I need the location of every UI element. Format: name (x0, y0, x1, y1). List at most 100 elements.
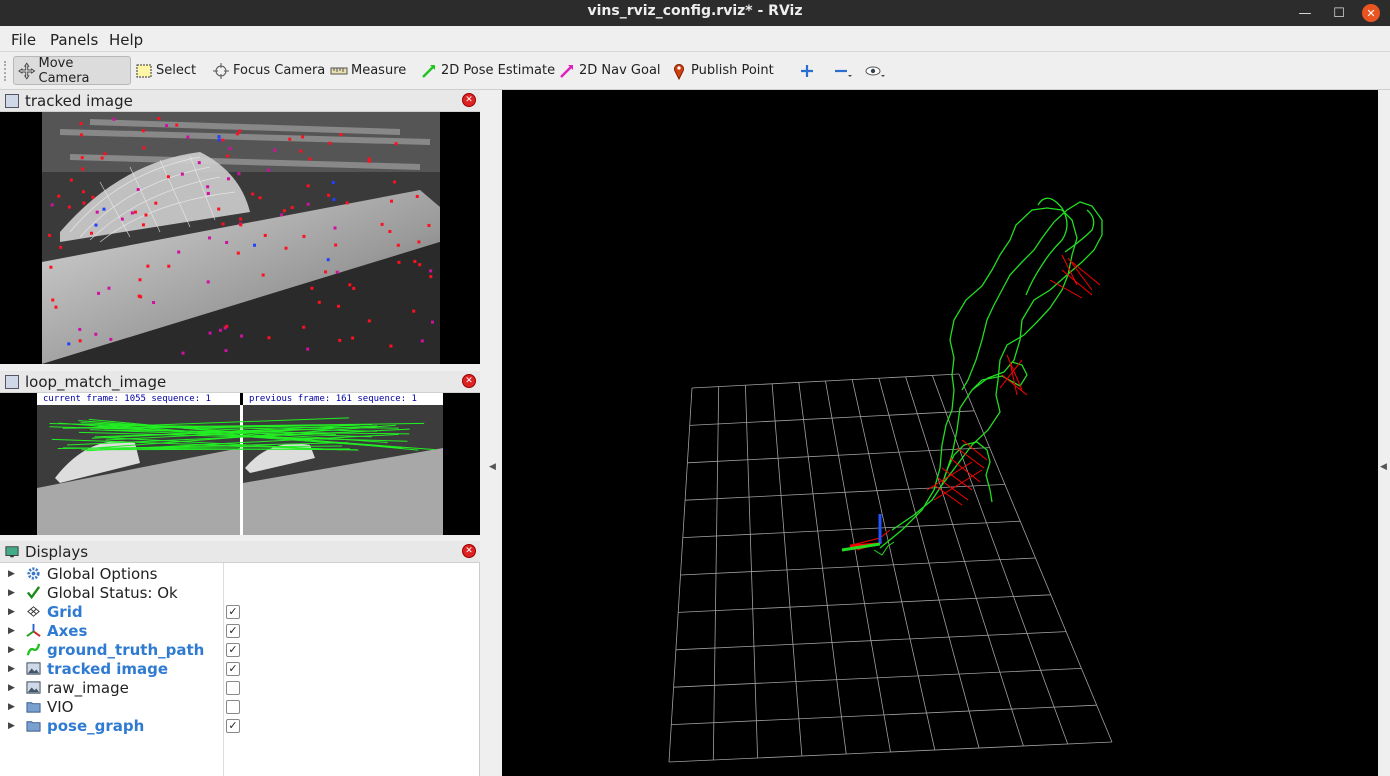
feature-point (186, 135, 190, 139)
display-label: Global Options (47, 564, 158, 583)
expand-arrow-icon[interactable]: ▶ (8, 721, 15, 731)
feature-point (154, 201, 158, 205)
grid-icon (25, 604, 41, 620)
maximize-button[interactable]: ☐ (1324, 0, 1354, 26)
expand-arrow-icon[interactable]: ▶ (8, 683, 15, 693)
display-item-tracked-image[interactable]: ▶ tracked image ✓ (0, 659, 480, 678)
3d-scene (668, 197, 1113, 763)
display-checkbox[interactable]: ✓ (226, 661, 240, 676)
grid-line (958, 373, 1113, 743)
display-checkbox[interactable]: ✓ (226, 642, 240, 657)
nav-goal-button[interactable]: 2D Nav Goal (554, 56, 665, 85)
add-tool-button[interactable] (794, 56, 823, 85)
minimize-button[interactable]: — (1290, 0, 1320, 26)
display-item-vio[interactable]: ▶ VIO (0, 697, 480, 716)
menu-help[interactable]: Help (109, 31, 143, 49)
display-item-global-status[interactable]: ▶ Global Status: Ok (0, 583, 480, 602)
expand-arrow-icon[interactable]: ▶ (8, 626, 15, 636)
feature-point (221, 222, 225, 226)
feature-point (225, 240, 229, 244)
toolbar-grip[interactable] (4, 61, 8, 81)
feature-point (306, 184, 310, 188)
collapse-left-icon[interactable]: ◀ (489, 462, 496, 472)
feature-point (180, 172, 184, 176)
feature-point (367, 319, 371, 323)
feature-point (317, 300, 321, 304)
feature-point (328, 141, 332, 145)
feature-point (261, 273, 265, 277)
select-label: Select (156, 63, 197, 78)
feature-point (334, 243, 338, 247)
menu-file[interactable]: File (11, 31, 36, 49)
display-item-axes[interactable]: ▶ Axes ✓ (0, 621, 480, 640)
3d-viewport[interactable] (502, 90, 1378, 776)
map-pin-icon (674, 63, 684, 80)
right-splitter[interactable]: ◀ (1378, 90, 1390, 776)
ground-truth-path (879, 197, 1103, 549)
feature-point (240, 334, 244, 338)
focus-camera-button[interactable]: Focus Camera (208, 56, 329, 85)
move-camera-button[interactable]: Move Camera (13, 56, 131, 86)
display-checkbox[interactable]: ✓ (226, 718, 240, 733)
feature-point (94, 223, 98, 227)
feature-point (79, 122, 83, 126)
current-frame-label: current frame: 1055 sequence: 1 (37, 393, 240, 405)
feature-point (396, 243, 400, 247)
panel-splitter[interactable]: ◀ (480, 90, 502, 776)
feature-point (217, 207, 221, 211)
expand-right-icon[interactable]: ◀ (1380, 462, 1387, 472)
expand-arrow-icon[interactable]: ▶ (8, 702, 15, 712)
display-checkbox[interactable] (226, 699, 240, 714)
display-item-global-options[interactable]: ▶ Global Options (0, 564, 480, 583)
feature-point (141, 129, 145, 133)
display-checkbox[interactable]: ✓ (226, 604, 240, 619)
path-icon (25, 642, 41, 658)
tracked-image-panel-title: tracked image (25, 91, 133, 110)
feature-point (208, 331, 212, 335)
green-arrow-icon (422, 64, 435, 78)
publish-point-button[interactable]: Publish Point (666, 56, 778, 85)
feature-point (310, 286, 314, 290)
toggle-view-button[interactable] (860, 56, 895, 85)
display-checkbox[interactable]: ✓ (226, 623, 240, 638)
feature-point (130, 211, 134, 215)
feature-point (165, 124, 169, 128)
feature-point (50, 203, 54, 207)
close-panel-button[interactable]: ✕ (462, 374, 476, 388)
feature-point (388, 229, 392, 233)
feature-point (67, 205, 71, 209)
grid-line (878, 378, 980, 749)
feature-point (95, 210, 99, 214)
previous-frame-label: previous frame: 161 sequence: 1 (243, 393, 443, 405)
expand-arrow-icon[interactable]: ▶ (8, 664, 15, 674)
expand-arrow-icon[interactable]: ▶ (8, 645, 15, 655)
display-label: Axes (47, 621, 88, 640)
close-window-button[interactable]: ✕ (1356, 0, 1386, 26)
feature-point (253, 243, 257, 247)
plus-icon (801, 64, 813, 77)
remove-tool-button[interactable] (828, 56, 861, 85)
close-panel-button[interactable]: ✕ (462, 93, 476, 107)
expand-arrow-icon[interactable]: ▶ (8, 607, 15, 617)
display-item-pose-graph[interactable]: ▶ pose_graph ✓ (0, 716, 480, 735)
feature-point (224, 349, 228, 353)
close-icon: ✕ (1362, 4, 1380, 22)
display-item-raw-image[interactable]: ▶ raw_image (0, 678, 480, 697)
move-camera-icon (18, 61, 36, 80)
grid-line (671, 704, 1097, 725)
expand-arrow-icon[interactable]: ▶ (8, 569, 15, 579)
select-button[interactable]: Select (131, 56, 200, 85)
feature-point (306, 202, 310, 206)
pose-estimate-button[interactable]: 2D Pose Estimate (416, 56, 559, 85)
feature-point (393, 180, 397, 184)
feature-point (267, 168, 271, 172)
feature-point (415, 194, 419, 198)
close-panel-button[interactable]: ✕ (462, 544, 476, 558)
display-item-ground-truth-path[interactable]: ▶ ground_truth_path ✓ (0, 640, 480, 659)
display-checkbox[interactable] (226, 680, 240, 695)
measure-button[interactable]: Measure (326, 56, 410, 85)
feature-point (226, 177, 230, 181)
display-item-grid[interactable]: ▶ Grid ✓ (0, 602, 480, 621)
menu-panels[interactable]: Panels (50, 31, 98, 49)
expand-arrow-icon[interactable]: ▶ (8, 588, 15, 598)
